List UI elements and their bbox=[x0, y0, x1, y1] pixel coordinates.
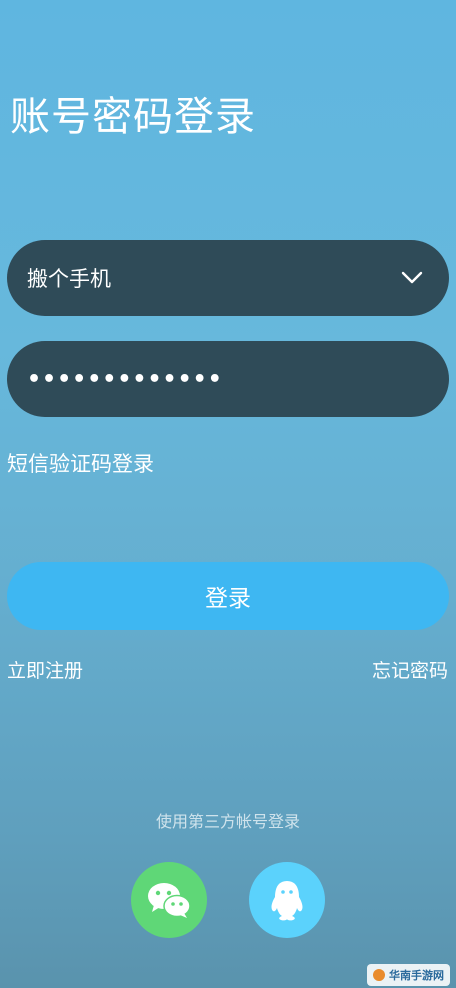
watermark-text: 华南手游网 bbox=[389, 969, 444, 982]
phone-select[interactable]: 搬个手机 bbox=[7, 240, 449, 316]
qq-login-button[interactable] bbox=[249, 862, 325, 938]
forgot-password-link[interactable]: 忘记密码 bbox=[372, 656, 448, 683]
qq-penguin-icon bbox=[271, 881, 303, 921]
chevron-down-icon[interactable] bbox=[401, 267, 423, 289]
login-button[interactable]: 登录 bbox=[7, 562, 449, 630]
sms-login-link[interactable]: 短信验证码登录 bbox=[7, 448, 154, 478]
page-title: 账号密码登录 bbox=[10, 94, 256, 140]
third-party-label: 使用第三方帐号登录 bbox=[155, 812, 300, 831]
register-link[interactable]: 立即注册 bbox=[7, 656, 83, 683]
password-field[interactable]: ••••••••••••• bbox=[7, 341, 449, 417]
wechat-icon bbox=[148, 883, 191, 918]
watermark: 华南手游网 bbox=[367, 964, 450, 986]
watermark-logo-icon bbox=[373, 969, 385, 981]
wechat-login-button[interactable] bbox=[131, 862, 207, 938]
password-value: ••••••••••••• bbox=[27, 366, 223, 392]
phone-value: 搬个手机 bbox=[27, 267, 111, 291]
